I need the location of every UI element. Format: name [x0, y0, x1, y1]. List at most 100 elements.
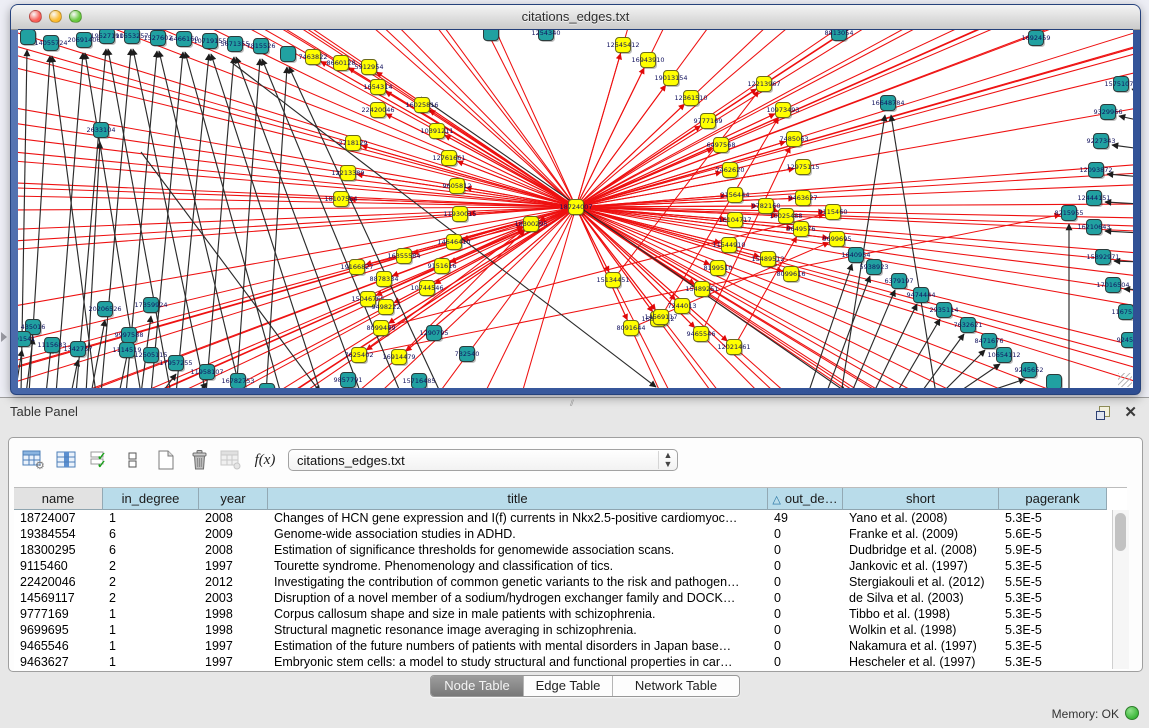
- graph-node-label: 14055724: [34, 39, 67, 47]
- table-row[interactable]: 946362711997Embryonic stem cells: a mode…: [14, 654, 1127, 670]
- table-cell: 0: [768, 638, 843, 654]
- graph-node-label: 12213389: [331, 169, 364, 177]
- table-cell: 5.3E-5: [999, 606, 1107, 622]
- graph-node-label: 16025816: [405, 101, 438, 109]
- graph-node-label: 8471676: [975, 337, 1004, 345]
- collapsed-panel-handle[interactable]: [1, 332, 7, 342]
- window-title-bar[interactable]: citations_edges.txt: [11, 5, 1140, 30]
- graph-node-label: 1254340: [532, 30, 561, 37]
- memory-status-label: Memory: OK: [1052, 707, 1119, 721]
- table-selector-dropdown[interactable]: citations_edges.txt ▲▼: [288, 449, 678, 471]
- function-builder-button[interactable]: f(x): [250, 447, 280, 473]
- trash-icon: [188, 449, 210, 471]
- table-columns-button[interactable]: [52, 447, 82, 473]
- table-row[interactable]: 1830029562008Estimation of significance …: [14, 542, 1127, 558]
- dropdown-arrows-icon: ▲▼: [658, 451, 677, 469]
- table-cell: 14569117: [14, 590, 103, 606]
- graph-node-label: 18300295: [514, 220, 547, 228]
- table-cell: 0: [768, 526, 843, 542]
- tab-node-table[interactable]: Node Table: [431, 676, 524, 696]
- graph-node-label: 12213967: [747, 80, 780, 88]
- table-cell: Embryonic stem cells: a model to study s…: [268, 654, 768, 670]
- graph-node-label: 11544910: [712, 241, 745, 249]
- table-row[interactable]: 969969511998Structural magnetic resonanc…: [14, 622, 1127, 638]
- graph-node-label: 10025488: [769, 212, 802, 220]
- graph-node-label: 15489251: [685, 285, 718, 293]
- table-row[interactable]: 1456911722003Disruption of a novel membe…: [14, 590, 1127, 606]
- select-rows-button[interactable]: ✓ ✓: [85, 447, 115, 473]
- tab-network-table[interactable]: Network Table: [613, 676, 739, 696]
- table-cell: 2: [103, 590, 199, 606]
- rows-button[interactable]: [118, 447, 148, 473]
- citation-network-graph[interactable]: 1872400774638228660128591295416543142242…: [18, 30, 1133, 388]
- table-cell: Nakamura et al. (1997): [843, 638, 999, 654]
- table-cell: Genome-wide association studies in ADHD.: [268, 526, 768, 542]
- canvas-resize-grip[interactable]: [1118, 373, 1132, 387]
- graph-node-label: 9227343: [1087, 137, 1116, 145]
- column-header-short[interactable]: short: [843, 488, 999, 510]
- table-cell: 2008: [199, 542, 268, 558]
- table-settings-button[interactable]: ⚙: [19, 447, 49, 473]
- graph-node-label: 10744546: [410, 284, 443, 292]
- column-header-in_degree[interactable]: in_degree: [103, 488, 199, 510]
- scrollbar-thumb[interactable]: [1115, 513, 1126, 551]
- new-document-button[interactable]: [151, 447, 181, 473]
- table-cell: 0: [768, 590, 843, 606]
- column-header-label: short: [906, 491, 935, 506]
- rows-icon: [124, 450, 142, 470]
- column-header-out_de[interactable]: △out_de…: [768, 488, 843, 510]
- graph-node[interactable]: [484, 30, 499, 41]
- splitter-grip[interactable]: ⫽: [570, 398, 574, 409]
- table-cell: 0: [768, 622, 843, 638]
- graph-node[interactable]: [1047, 375, 1062, 389]
- column-header-pagerank[interactable]: pagerank: [999, 488, 1107, 510]
- graph-node-label: 19013154: [654, 74, 687, 82]
- delete-table-button[interactable]: [184, 447, 214, 473]
- table-vertical-scrollbar[interactable]: [1112, 510, 1129, 669]
- graph-node-label: 15489512: [751, 255, 784, 263]
- table-row[interactable]: 946554611997Estimation of the future num…: [14, 638, 1127, 654]
- table-cell: 22420046: [14, 574, 103, 590]
- table-cell: Corpus callosum shape and size in male p…: [268, 606, 768, 622]
- table-toolbar: ⚙ ✓ ✓: [19, 444, 283, 476]
- import-table-button[interactable]: [217, 447, 247, 473]
- table-cell: Investigating the contribution of common…: [268, 574, 768, 590]
- table-row[interactable]: 1938455462009Genome-wide association stu…: [14, 526, 1127, 542]
- graph-node-label: 9329966: [1094, 108, 1123, 116]
- table-cell: 9777169: [14, 606, 103, 622]
- svg-text:✓: ✓: [97, 459, 106, 470]
- table-cell: 0: [768, 654, 843, 670]
- graph-node-label: 14569117: [644, 313, 677, 321]
- graph-node-label: 12505115: [134, 351, 167, 359]
- graph-node-label: 8091644: [617, 324, 646, 332]
- select-rows-icon: ✓ ✓: [89, 450, 111, 470]
- table-cell: 18300295: [14, 542, 103, 558]
- table-cell: 5.3E-5: [999, 590, 1107, 606]
- table-row[interactable]: 911546021997Tourette syndrome. Phenomeno…: [14, 558, 1127, 574]
- column-header-year[interactable]: year: [199, 488, 268, 510]
- graph-node-label: 12545412: [606, 41, 639, 49]
- table-cell: 5.3E-5: [999, 654, 1107, 670]
- float-panel-icon[interactable]: [1096, 406, 1110, 419]
- close-panel-icon[interactable]: ✕: [1124, 406, 1137, 419]
- graph-node-label: 9649576: [787, 225, 816, 233]
- table-cell: 5.5E-5: [999, 574, 1107, 590]
- column-header-name[interactable]: name: [14, 488, 103, 510]
- column-header-title[interactable]: title: [268, 488, 768, 510]
- graph-node-label: 7625402: [345, 351, 374, 359]
- table-row[interactable]: 977716911998Corpus callosum shape and si…: [14, 606, 1127, 622]
- table-row[interactable]: 2242004622012Investigating the contribut…: [14, 574, 1127, 590]
- graph-node-label: 18724007: [559, 203, 592, 211]
- network-canvas[interactable]: 1872400774638228660128591295416543142242…: [18, 29, 1133, 388]
- table-cell: 6: [103, 526, 199, 542]
- network-window: citations_edges.txt 18724007746382286601…: [10, 4, 1141, 395]
- graph-node-label: 15892971: [1086, 253, 1119, 261]
- graph-node-label: 924501: [1117, 336, 1133, 344]
- graph-node[interactable]: [21, 30, 36, 45]
- table-row[interactable]: 1872400712008Changes of HCN gene express…: [14, 510, 1127, 526]
- graph-node[interactable]: [281, 47, 296, 62]
- graph-node-label: 7462620: [716, 166, 745, 174]
- graph-node-label: 9997588: [115, 331, 144, 339]
- graph-node-label: 1692459: [1022, 34, 1051, 42]
- tab-edge-table[interactable]: Edge Table: [524, 676, 613, 696]
